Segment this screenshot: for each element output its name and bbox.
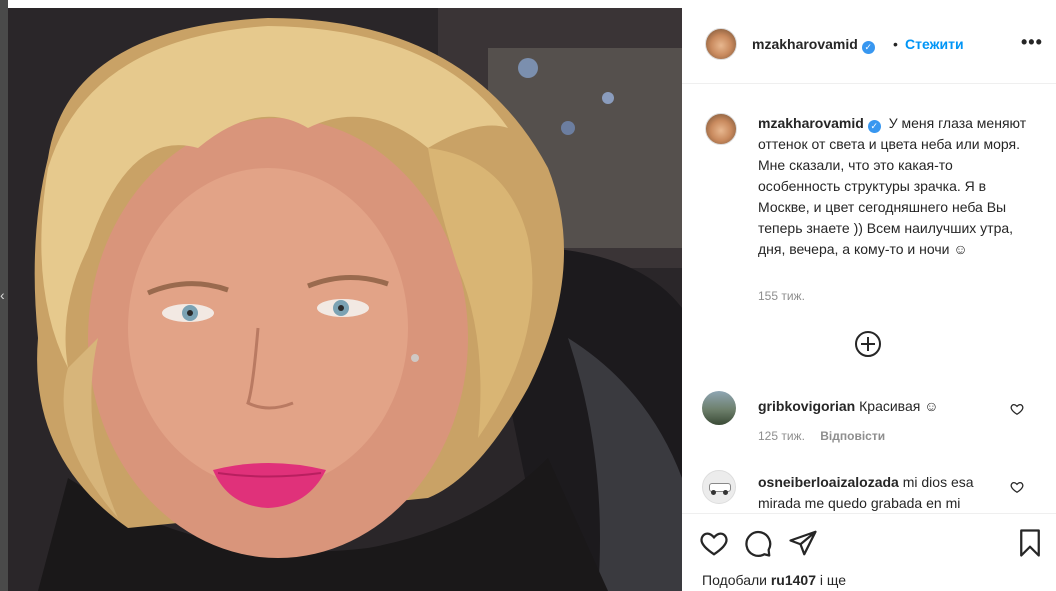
liked-by-user[interactable]: ru1407	[771, 572, 816, 588]
likes-summary: Подобали ru1407 і ще	[702, 572, 846, 588]
bookmark-icon[interactable]	[1015, 528, 1045, 558]
comment-item: osneiberloaizalozada mi dios esa mirada …	[758, 472, 998, 512]
comment-timestamp[interactable]: 125 тиж.	[758, 429, 805, 443]
author-avatar[interactable]	[705, 28, 737, 60]
reply-button[interactable]: Відповісти	[820, 429, 885, 443]
verified-badge-icon: ✓	[861, 41, 875, 54]
more-options-icon[interactable]: •••	[1021, 32, 1043, 53]
comment-meta: 125 тиж. Відповісти	[758, 429, 885, 443]
share-icon[interactable]	[788, 528, 818, 558]
heart-icon[interactable]	[699, 528, 729, 558]
separator-dot: •	[893, 36, 898, 52]
caption-author-avatar[interactable]	[705, 113, 737, 145]
previous-post-arrow-icon[interactable]: ‹	[0, 284, 8, 306]
post-caption: mzakharovamid ✓ У меня глаза меняют оттен…	[758, 113, 1038, 260]
caption-timestamp[interactable]: 155 тиж.	[758, 289, 805, 303]
post-side-panel: mzakharovamid ✓ • Стежити ••• mzakharovam…	[682, 8, 1056, 591]
post-header: mzakharovamid ✓ • Стежити •••	[682, 8, 1056, 84]
verified-badge-icon: ✓	[867, 120, 881, 133]
comment-like-heart-icon[interactable]	[1010, 480, 1024, 494]
post-photo[interactable]	[8, 8, 682, 591]
comment-item: gribkovigorian Красивая ☺	[758, 397, 939, 415]
likes-others-link[interactable]: і ще	[820, 572, 846, 588]
plus-circle-icon[interactable]	[855, 331, 881, 357]
likes-prefix: Подобали	[702, 572, 767, 588]
caption-username[interactable]: mzakharovamid ✓	[758, 115, 881, 133]
comment-like-heart-icon[interactable]	[1010, 402, 1024, 416]
post-actions-bar: Подобали ru1407 і ще	[682, 513, 1056, 591]
comment-icon[interactable]	[743, 528, 773, 558]
caption-text: У меня глаза меняют оттенок от света и ц…	[758, 115, 1027, 257]
comment-username[interactable]: gribkovigorian	[758, 398, 855, 414]
commenter-avatar[interactable]	[702, 470, 736, 504]
comment-username[interactable]: osneiberloaizalozada	[758, 474, 899, 490]
comment-text: Красивая ☺	[859, 398, 939, 414]
author-username[interactable]: mzakharovamid ✓	[752, 36, 875, 54]
commenter-avatar[interactable]	[702, 391, 736, 425]
selfie-image	[8, 8, 682, 591]
wheel-icon	[723, 490, 728, 495]
wheel-icon	[711, 490, 716, 495]
follow-button[interactable]: Стежити	[905, 36, 964, 52]
